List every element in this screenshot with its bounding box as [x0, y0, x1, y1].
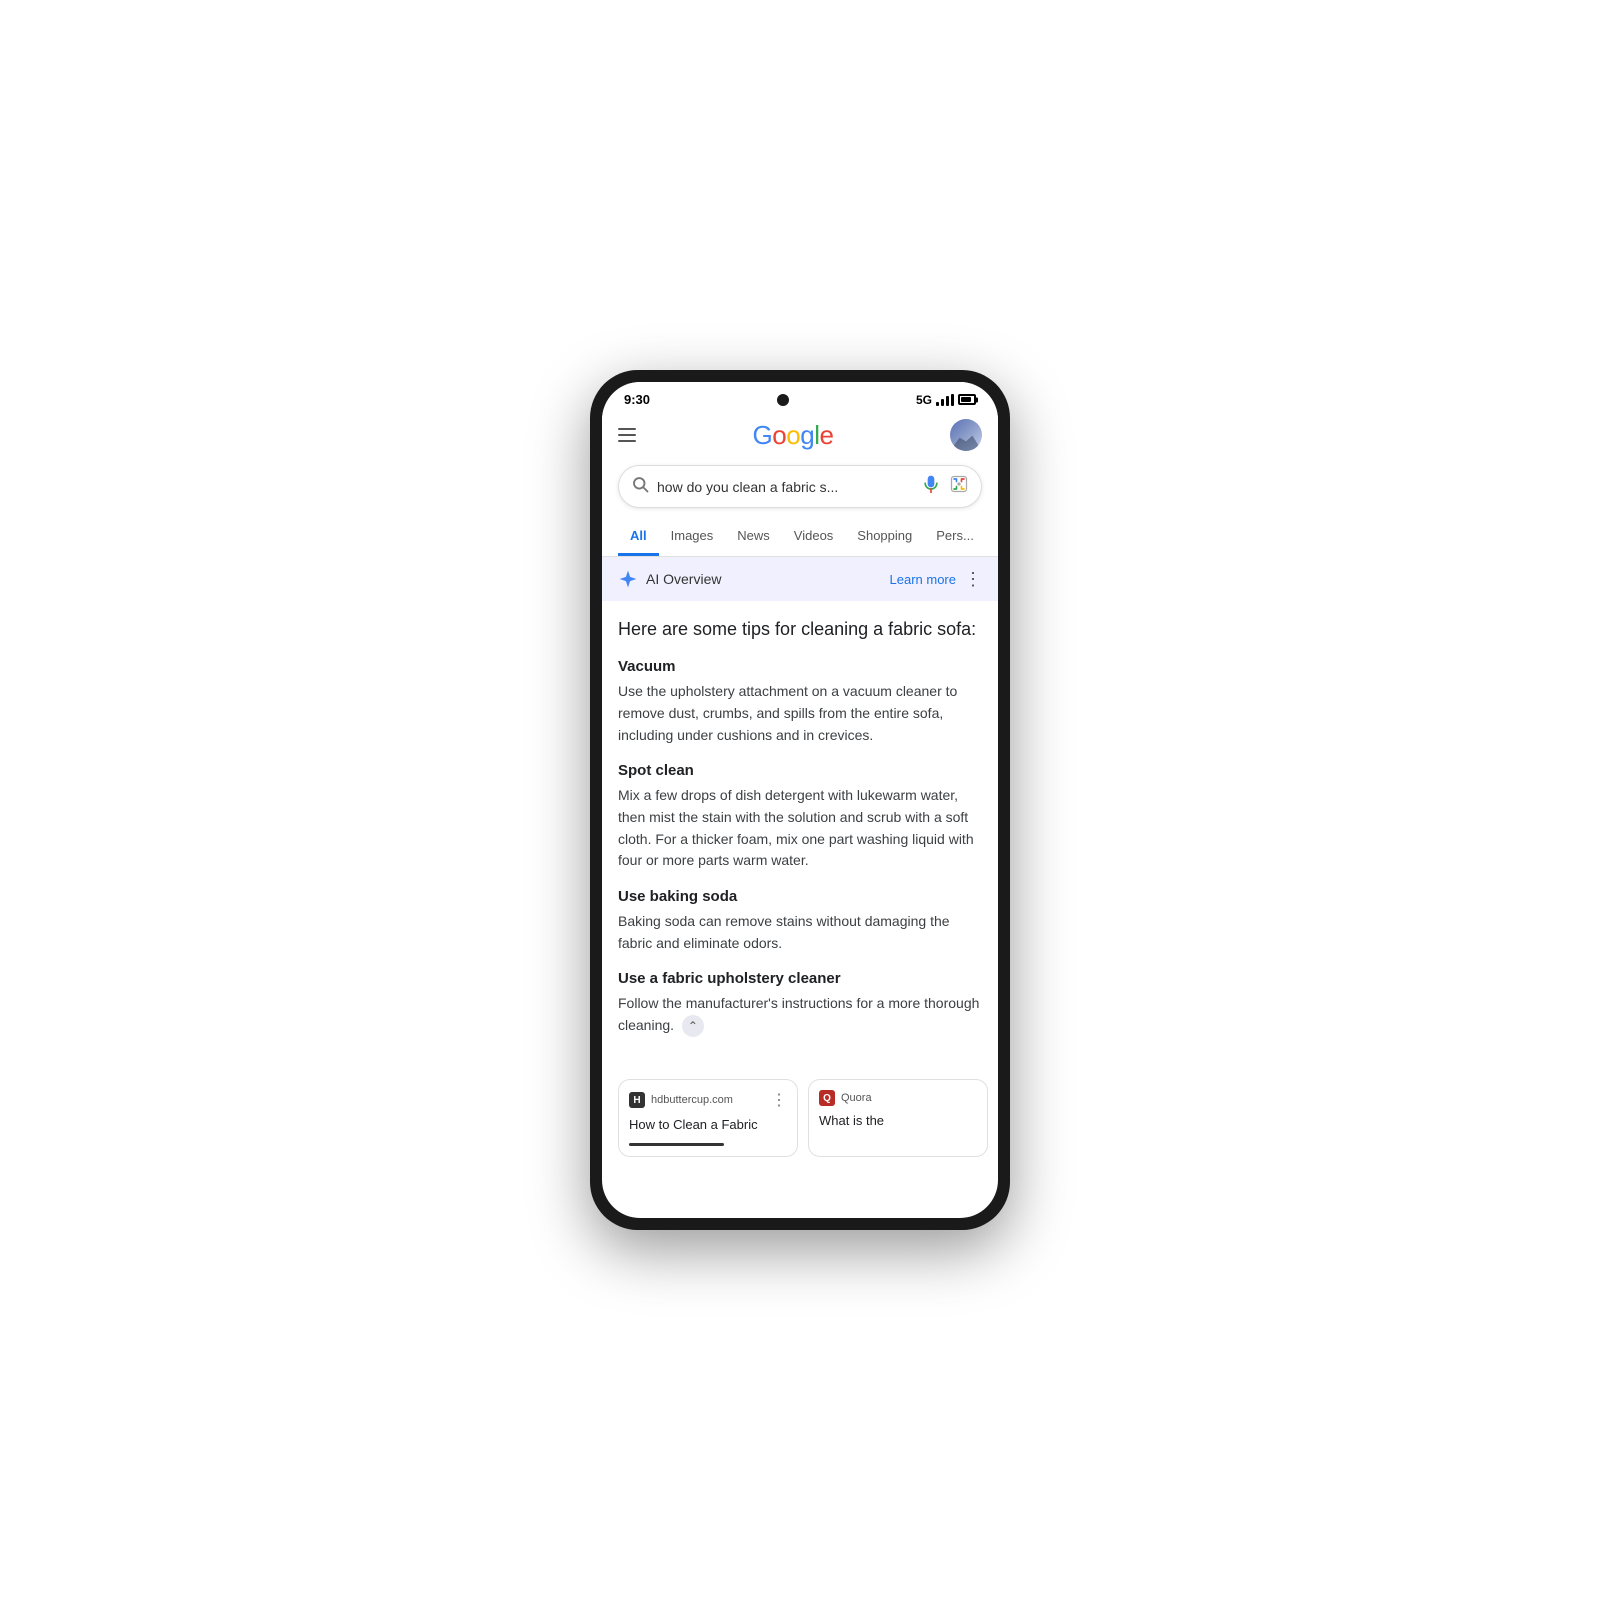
network-type: 5G	[916, 393, 932, 407]
logo-letter-e: e	[819, 420, 833, 451]
source-favicon-quora: Q	[819, 1090, 835, 1106]
tip-body-upholstery-cleaner: Follow the manufacturer's instructions f…	[618, 993, 982, 1037]
signal-bar-4	[951, 394, 954, 406]
tab-videos[interactable]: Videos	[782, 518, 846, 556]
main-content: Here are some tips for cleaning a fabric…	[602, 601, 998, 1069]
app-header: G o o g l e	[602, 411, 998, 459]
source-domain-hdb: hdbuttercup.com	[651, 1094, 733, 1106]
status-bar: 9:30 5G	[602, 382, 998, 411]
source-card-header-quora: Q Quora	[819, 1090, 977, 1106]
battery-fill	[961, 397, 971, 402]
hamburger-line	[618, 428, 636, 430]
ai-overview-right: Learn more ⋮	[890, 570, 982, 588]
ai-overview-section: AI Overview Learn more ⋮	[602, 557, 998, 601]
tab-personal[interactable]: Pers...	[924, 518, 986, 556]
ai-overview-title: AI Overview	[646, 571, 721, 587]
source-cards: H hdbuttercup.com ⋮ How to Clean a Fabri…	[602, 1069, 998, 1166]
signal-bars	[936, 394, 954, 406]
search-tabs: All Images News Videos Shopping Pers...	[602, 518, 998, 557]
source-card-info: H hdbuttercup.com	[629, 1092, 733, 1108]
more-options-button[interactable]: ⋮	[964, 570, 982, 588]
logo-letter-o1: o	[772, 420, 786, 451]
logo-letter-g2: g	[800, 420, 814, 451]
status-time: 9:30	[624, 392, 650, 407]
source-card-hdbuttercup[interactable]: H hdbuttercup.com ⋮ How to Clean a Fabri…	[618, 1079, 798, 1156]
tip-body-baking-soda: Baking soda can remove stains without da…	[618, 911, 982, 954]
avatar-image	[950, 432, 982, 451]
search-bar[interactable]: how do you clean a fabric s...	[618, 465, 982, 508]
logo-letter-g1: G	[753, 420, 773, 451]
source-card-header: H hdbuttercup.com ⋮	[629, 1090, 787, 1110]
source-card-title-hdb: How to Clean a Fabric	[629, 1116, 787, 1134]
signal-bar-2	[941, 399, 944, 406]
source-card-title-quora: What is the	[819, 1112, 977, 1130]
source-card-bar	[629, 1143, 724, 1146]
tip-title-upholstery-cleaner: Use a fabric upholstery cleaner	[618, 970, 982, 987]
tip-title-baking-soda: Use baking soda	[618, 888, 982, 905]
ai-overview-header: AI Overview Learn more ⋮	[618, 569, 982, 589]
tip-title-vacuum: Vacuum	[618, 658, 982, 675]
tab-images[interactable]: Images	[659, 518, 726, 556]
tip-body-spot-clean: Mix a few drops of dish detergent with l…	[618, 785, 982, 872]
lens-search-button[interactable]	[949, 474, 969, 499]
source-domain-quora: Quora	[841, 1092, 872, 1104]
tip-title-spot-clean: Spot clean	[618, 762, 982, 779]
overview-heading: Here are some tips for cleaning a fabric…	[618, 617, 982, 642]
scroll-content[interactable]: G o o g l e how	[602, 411, 998, 1218]
tab-all[interactable]: All	[618, 518, 659, 556]
battery-icon	[958, 394, 976, 405]
ai-overview-left: AI Overview	[618, 569, 721, 589]
tip-body-vacuum: Use the upholstery attachment on a vacuu…	[618, 681, 982, 746]
search-query: how do you clean a fabric s...	[657, 479, 913, 495]
hamburger-line	[618, 434, 636, 436]
ai-diamond-icon	[618, 569, 638, 589]
phone-screen: 9:30 5G	[602, 382, 998, 1218]
voice-search-button[interactable]	[921, 474, 941, 499]
phone-device: 9:30 5G	[590, 370, 1010, 1230]
search-icon	[631, 475, 649, 498]
signal-bar-1	[936, 402, 939, 406]
hamburger-line	[618, 440, 636, 442]
tab-news[interactable]: News	[725, 518, 782, 556]
source-favicon-hdb: H	[629, 1092, 645, 1108]
source-card-info-quora: Q Quora	[819, 1090, 872, 1106]
source-card-more-hdb[interactable]: ⋮	[771, 1090, 787, 1110]
avatar[interactable]	[950, 419, 982, 451]
status-icons: 5G	[916, 393, 976, 407]
google-logo[interactable]: G o o g l e	[753, 420, 834, 451]
tab-shopping[interactable]: Shopping	[845, 518, 924, 556]
hamburger-menu[interactable]	[618, 428, 636, 442]
collapse-button[interactable]: ⌃	[682, 1015, 704, 1037]
learn-more-link[interactable]: Learn more	[890, 572, 956, 587]
signal-bar-3	[946, 396, 949, 406]
front-camera	[777, 394, 789, 406]
logo-letter-o2: o	[786, 420, 800, 451]
source-card-quora[interactable]: Q Quora What is the	[808, 1079, 988, 1156]
